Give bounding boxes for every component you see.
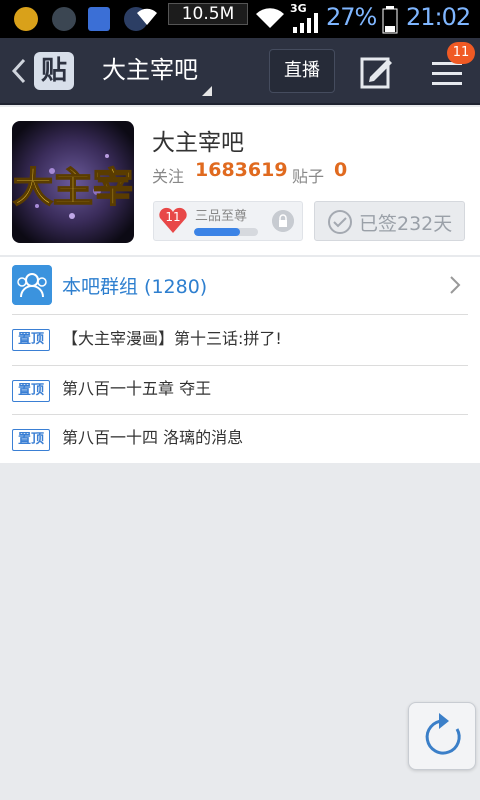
posts-count: 0 [334,159,348,181]
menu-badge: 11 [447,42,475,64]
tieba-icon [88,7,110,31]
forum-name: 大主宰吧 [152,130,244,156]
wifi-icon [256,8,284,28]
avatar-text: 大主宰 [13,164,133,211]
green-app-icon [14,7,38,31]
lock-icon [272,210,294,232]
level-progress-fill [194,228,241,236]
top-post-row[interactable]: 置顶 第八百一十四 洛璃的消息 [0,415,480,464]
level-number: 11 [165,210,181,224]
top-post-row[interactable]: 置顶 第八百一十五章 夺王 [0,366,480,415]
forum-avatar[interactable]: 大主宰 [12,121,134,243]
tieba-logo[interactable]: 贴 [34,52,74,90]
top-post-title: 第八百一十四 洛璃的消息 [62,428,244,447]
live-button[interactable]: 直播 [269,49,335,93]
clock: 21:02 [406,3,471,31]
group-label: 本吧群组 (1280) [62,276,208,298]
pinned-tag: 置顶 [12,380,50,402]
follow-label: 关注 [152,167,185,186]
nav-title[interactable]: 大主宰吧 [102,50,198,85]
signed-in-button[interactable]: 已签232天 [314,201,465,241]
signal-icon [293,13,318,33]
net-speed: 10.5M [168,3,248,25]
top-post-title: 第八百一十五章 夺王 [62,379,212,398]
dropdown-caret-icon[interactable] [202,86,212,96]
pinned-tag: 置顶 [12,329,50,351]
level-card[interactable]: 11 三品至尊 [153,201,303,241]
forum-list: 本吧群组 (1280) 置顶 【大主宰漫画】第十三话:拼了! 置顶 第八百一十五… [0,257,480,463]
battery-percent: 27% [326,3,377,31]
checkmark-circle-icon [328,210,352,234]
refresh-icon [425,713,461,755]
status-bar: 10.5M 3G 27% 21:02 [0,0,480,38]
level-progress-bar [194,228,258,236]
signed-in-label: 已签232天 [359,213,453,235]
forum-header: 大主宰 大主宰吧 关注 1683619 贴子 0 11 三品至尊 已签232天 [0,107,480,255]
wifi-small-icon [137,8,157,25]
nav-bar: 贴 大主宰吧 直播 11 [0,38,480,105]
top-post-row[interactable]: 置顶 【大主宰漫画】第十三话:拼了! [0,315,480,364]
edit-post-icon[interactable] [360,55,394,89]
back-icon[interactable] [8,56,32,86]
chevron-right-icon [450,276,461,294]
posts-label: 贴子 [292,167,325,186]
pinned-tag: 置顶 [12,429,50,451]
qq-penguin-icon [52,7,76,31]
refresh-button[interactable] [408,702,476,770]
battery-icon [382,6,398,34]
level-name: 三品至尊 [195,209,248,224]
follow-count: 1683619 [195,159,288,181]
group-row[interactable]: 本吧群组 (1280) [0,257,480,313]
group-icon [12,265,52,305]
top-post-title: 【大主宰漫画】第十三话:拼了! [62,329,282,348]
forum-avatar-image: 大主宰 [12,121,134,243]
